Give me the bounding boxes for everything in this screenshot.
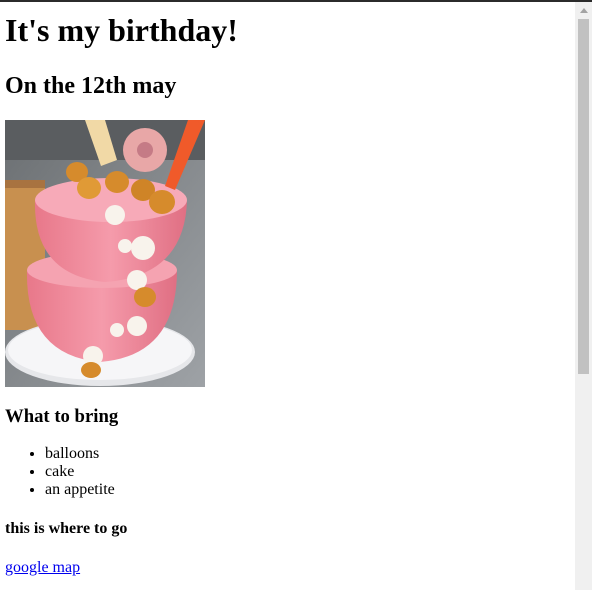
vertical-scrollbar[interactable] <box>575 2 592 590</box>
page-subtitle: On the 12th may <box>5 73 177 99</box>
page-viewport: It's my birthday! On the 12th may What t… <box>0 2 575 590</box>
list-item: an appetite <box>45 481 570 499</box>
list-item: cake <box>45 463 570 481</box>
page-content: It's my birthday! On the 12th may What t… <box>0 12 575 577</box>
page-title: It's my birthday! <box>5 12 238 48</box>
scroll-up-arrow-icon[interactable] <box>575 2 592 19</box>
bring-list: balloons cake an appetite <box>5 445 570 499</box>
where-heading: this is where to go <box>5 520 128 537</box>
scrollbar-thumb[interactable] <box>578 19 589 374</box>
list-item: balloons <box>45 445 570 463</box>
google-map-link[interactable]: google map <box>5 559 80 577</box>
bring-heading: What to bring <box>5 406 119 427</box>
cake-image <box>5 120 205 387</box>
